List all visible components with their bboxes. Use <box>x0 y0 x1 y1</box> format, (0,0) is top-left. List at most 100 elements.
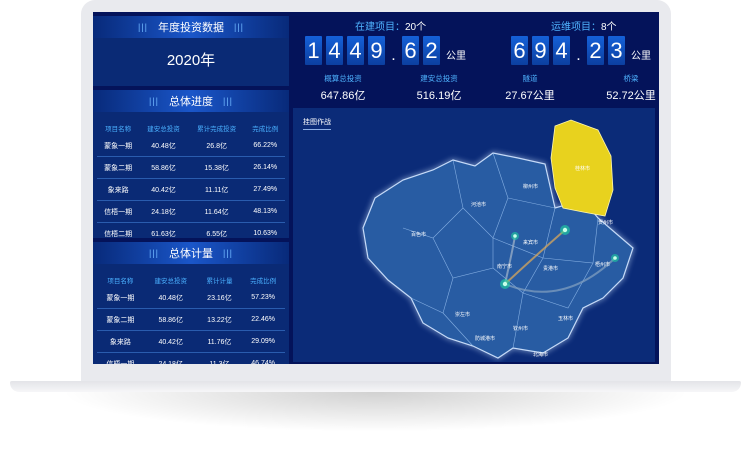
city-label: 防城港市 <box>475 335 495 342</box>
cell: 蒙象二期 <box>97 156 140 179</box>
cell: 蒙象一期 <box>97 135 140 157</box>
column-header: 项目名称 <box>105 125 132 133</box>
table-row[interactable]: 蒙象一期 40.48亿 23.16亿 57.23% <box>97 287 285 309</box>
bars-decoration-icon: ||| <box>137 22 148 32</box>
cell: 26.14% <box>245 156 285 179</box>
cell: 象来路 <box>97 178 140 201</box>
cell: 48.13% <box>245 200 285 223</box>
cell: 11.76亿 <box>197 330 242 353</box>
cell: 蒙象一期 <box>97 287 144 309</box>
counter-digit: 2 <box>587 36 604 65</box>
cell: 24.18亿 <box>143 352 198 364</box>
overall-progress-title: ||| 总体进度 ||| <box>93 90 289 112</box>
dashboard-screen: ||| 年度投资数据 ||| 2020年 ||| 总体进度 ||| 项目名称 建… <box>93 12 659 364</box>
cell: 蒙象二期 <box>97 308 144 331</box>
counter-digit: 2 <box>423 36 440 65</box>
counter-unit: 公里 <box>446 51 466 62</box>
cell: 信梧一期 <box>97 200 140 223</box>
annual-title-text: 年度投资数据 <box>158 22 224 34</box>
counter-digit: 1 <box>305 36 322 65</box>
bars-decoration-icon: ||| <box>223 96 234 106</box>
cell: 40.48亿 <box>143 287 198 309</box>
annual-investment-panel: ||| 年度投资数据 ||| 2020年 <box>93 16 289 86</box>
cell: 40.48亿 <box>139 135 188 157</box>
city-label: 来宾市 <box>523 239 538 246</box>
counter-digit: 3 <box>608 36 625 65</box>
cell: 27.49% <box>245 178 285 201</box>
stat-value: 516.19亿 <box>416 90 462 102</box>
cell: 58.86亿 <box>139 156 188 179</box>
city-label: 贵港市 <box>543 265 558 272</box>
counter-decimal-point: . <box>391 47 396 64</box>
table-row[interactable]: 象来路 40.42亿 11.11亿 27.49% <box>97 178 285 201</box>
bars-decoration-icon: ||| <box>148 96 159 106</box>
cell: 26.8亿 <box>187 135 246 157</box>
stat-label: 隧道 <box>522 74 538 83</box>
progress-table: 项目名称 建安总投资 累计完成投资 完成比例 蒙象一期 40.48亿 26.8亿 66… <box>97 120 285 245</box>
project-marker-core[interactable] <box>613 256 617 260</box>
counter-decimal-point: . <box>576 47 581 64</box>
construction-length-counter: 1 4 4 9 . 6 2 公里 <box>305 36 466 65</box>
project-marker-core[interactable] <box>502 281 508 287</box>
operation-length-counter: 6 9 4 . 2 3 公里 <box>511 36 651 65</box>
project-marker-core[interactable] <box>513 234 517 238</box>
budget-investment-stat: 概算总投资 647.86亿 <box>311 73 375 103</box>
cell: 40.42亿 <box>139 178 188 201</box>
cell: 24.18亿 <box>139 200 188 223</box>
stat-label: 建安总投资 <box>420 74 458 83</box>
overall-metering-title: ||| 总体计量 ||| <box>93 242 289 264</box>
overall-progress-panel: ||| 总体进度 ||| 项目名称 建安总投资 累计完成投资 完成比例 蒙象一期… <box>93 90 289 245</box>
city-label: 梧州市 <box>595 261 610 268</box>
cell: 11.64亿 <box>187 200 246 223</box>
table-row[interactable]: 蒙象二期 58.86亿 13.22亿 22.46% <box>97 308 285 331</box>
column-header: 累计完成投资 <box>197 125 237 133</box>
table-row[interactable]: 信梧一期 24.18亿 11.3亿 46.74% <box>97 352 285 364</box>
operation-label: 运维项目： <box>551 22 601 33</box>
counter-digit: 9 <box>532 36 549 65</box>
counter-digit: 4 <box>326 36 343 65</box>
map-panel: 挂图作战 桂林市 柳州市 河池市 百色市 来宾市 贺州市 梧州市 南宁市 贵港市… <box>293 108 655 362</box>
counter-digit: 6 <box>402 36 419 65</box>
cell: 40.42亿 <box>143 330 198 353</box>
bars-decoration-icon: ||| <box>223 248 234 258</box>
city-label: 崇左市 <box>455 311 470 318</box>
table-row[interactable]: 信梧一期 24.18亿 11.64亿 48.13% <box>97 200 285 223</box>
operation-count: 8个 <box>601 22 617 33</box>
metering-title-text: 总体计量 <box>169 248 213 260</box>
stat-value: 52.72公里 <box>606 90 656 102</box>
cell: 11.11亿 <box>187 178 246 201</box>
column-header: 建安总投资 <box>154 277 187 285</box>
cell: 29.09% <box>241 330 285 353</box>
construction-investment-stat: 建安总投资 516.19亿 <box>407 73 471 103</box>
cell: 23.16亿 <box>197 287 242 309</box>
project-marker-core[interactable] <box>562 227 568 233</box>
operation-projects-header: 运维项目：8个 <box>551 18 617 33</box>
cell: 57.23% <box>241 287 285 309</box>
city-label: 玉林市 <box>558 315 573 322</box>
cell: 象来路 <box>97 330 144 353</box>
city-label: 桂林市 <box>575 165 590 172</box>
city-label: 贺州市 <box>598 219 613 226</box>
bars-decoration-icon: ||| <box>234 22 245 32</box>
counter-unit: 公里 <box>631 51 651 62</box>
table-row[interactable]: 象来路 40.42亿 11.76亿 29.09% <box>97 330 285 353</box>
cell: 11.3亿 <box>197 352 242 364</box>
laptop-base <box>10 381 741 392</box>
table-row[interactable]: 蒙象一期 40.48亿 26.8亿 66.22% <box>97 135 285 157</box>
progress-title-text: 总体进度 <box>169 96 213 108</box>
region-map[interactable]: 桂林市 柳州市 河池市 百色市 来宾市 贺州市 梧州市 南宁市 贵港市 崇左市 … <box>293 108 655 362</box>
counter-digit: 4 <box>553 36 570 65</box>
city-label: 柳州市 <box>523 183 538 190</box>
laptop-shadow <box>60 392 691 432</box>
column-header: 完成比例 <box>250 277 277 285</box>
table-row[interactable]: 蒙象二期 58.86亿 15.38亿 26.14% <box>97 156 285 179</box>
city-label: 河池市 <box>471 201 486 208</box>
stat-label: 桥梁 <box>623 74 639 83</box>
city-label: 钦州市 <box>513 325 528 332</box>
bars-decoration-icon: ||| <box>148 248 159 258</box>
counter-digit: 6 <box>511 36 528 65</box>
construction-label: 在建项目： <box>355 22 405 33</box>
cell: 66.22% <box>245 135 285 157</box>
city-label: 北海市 <box>533 351 548 358</box>
overall-metering-panel: ||| 总体计量 ||| 项目名称 建安总投资 累计计量 完成比例 蒙象一期 40… <box>93 242 289 364</box>
